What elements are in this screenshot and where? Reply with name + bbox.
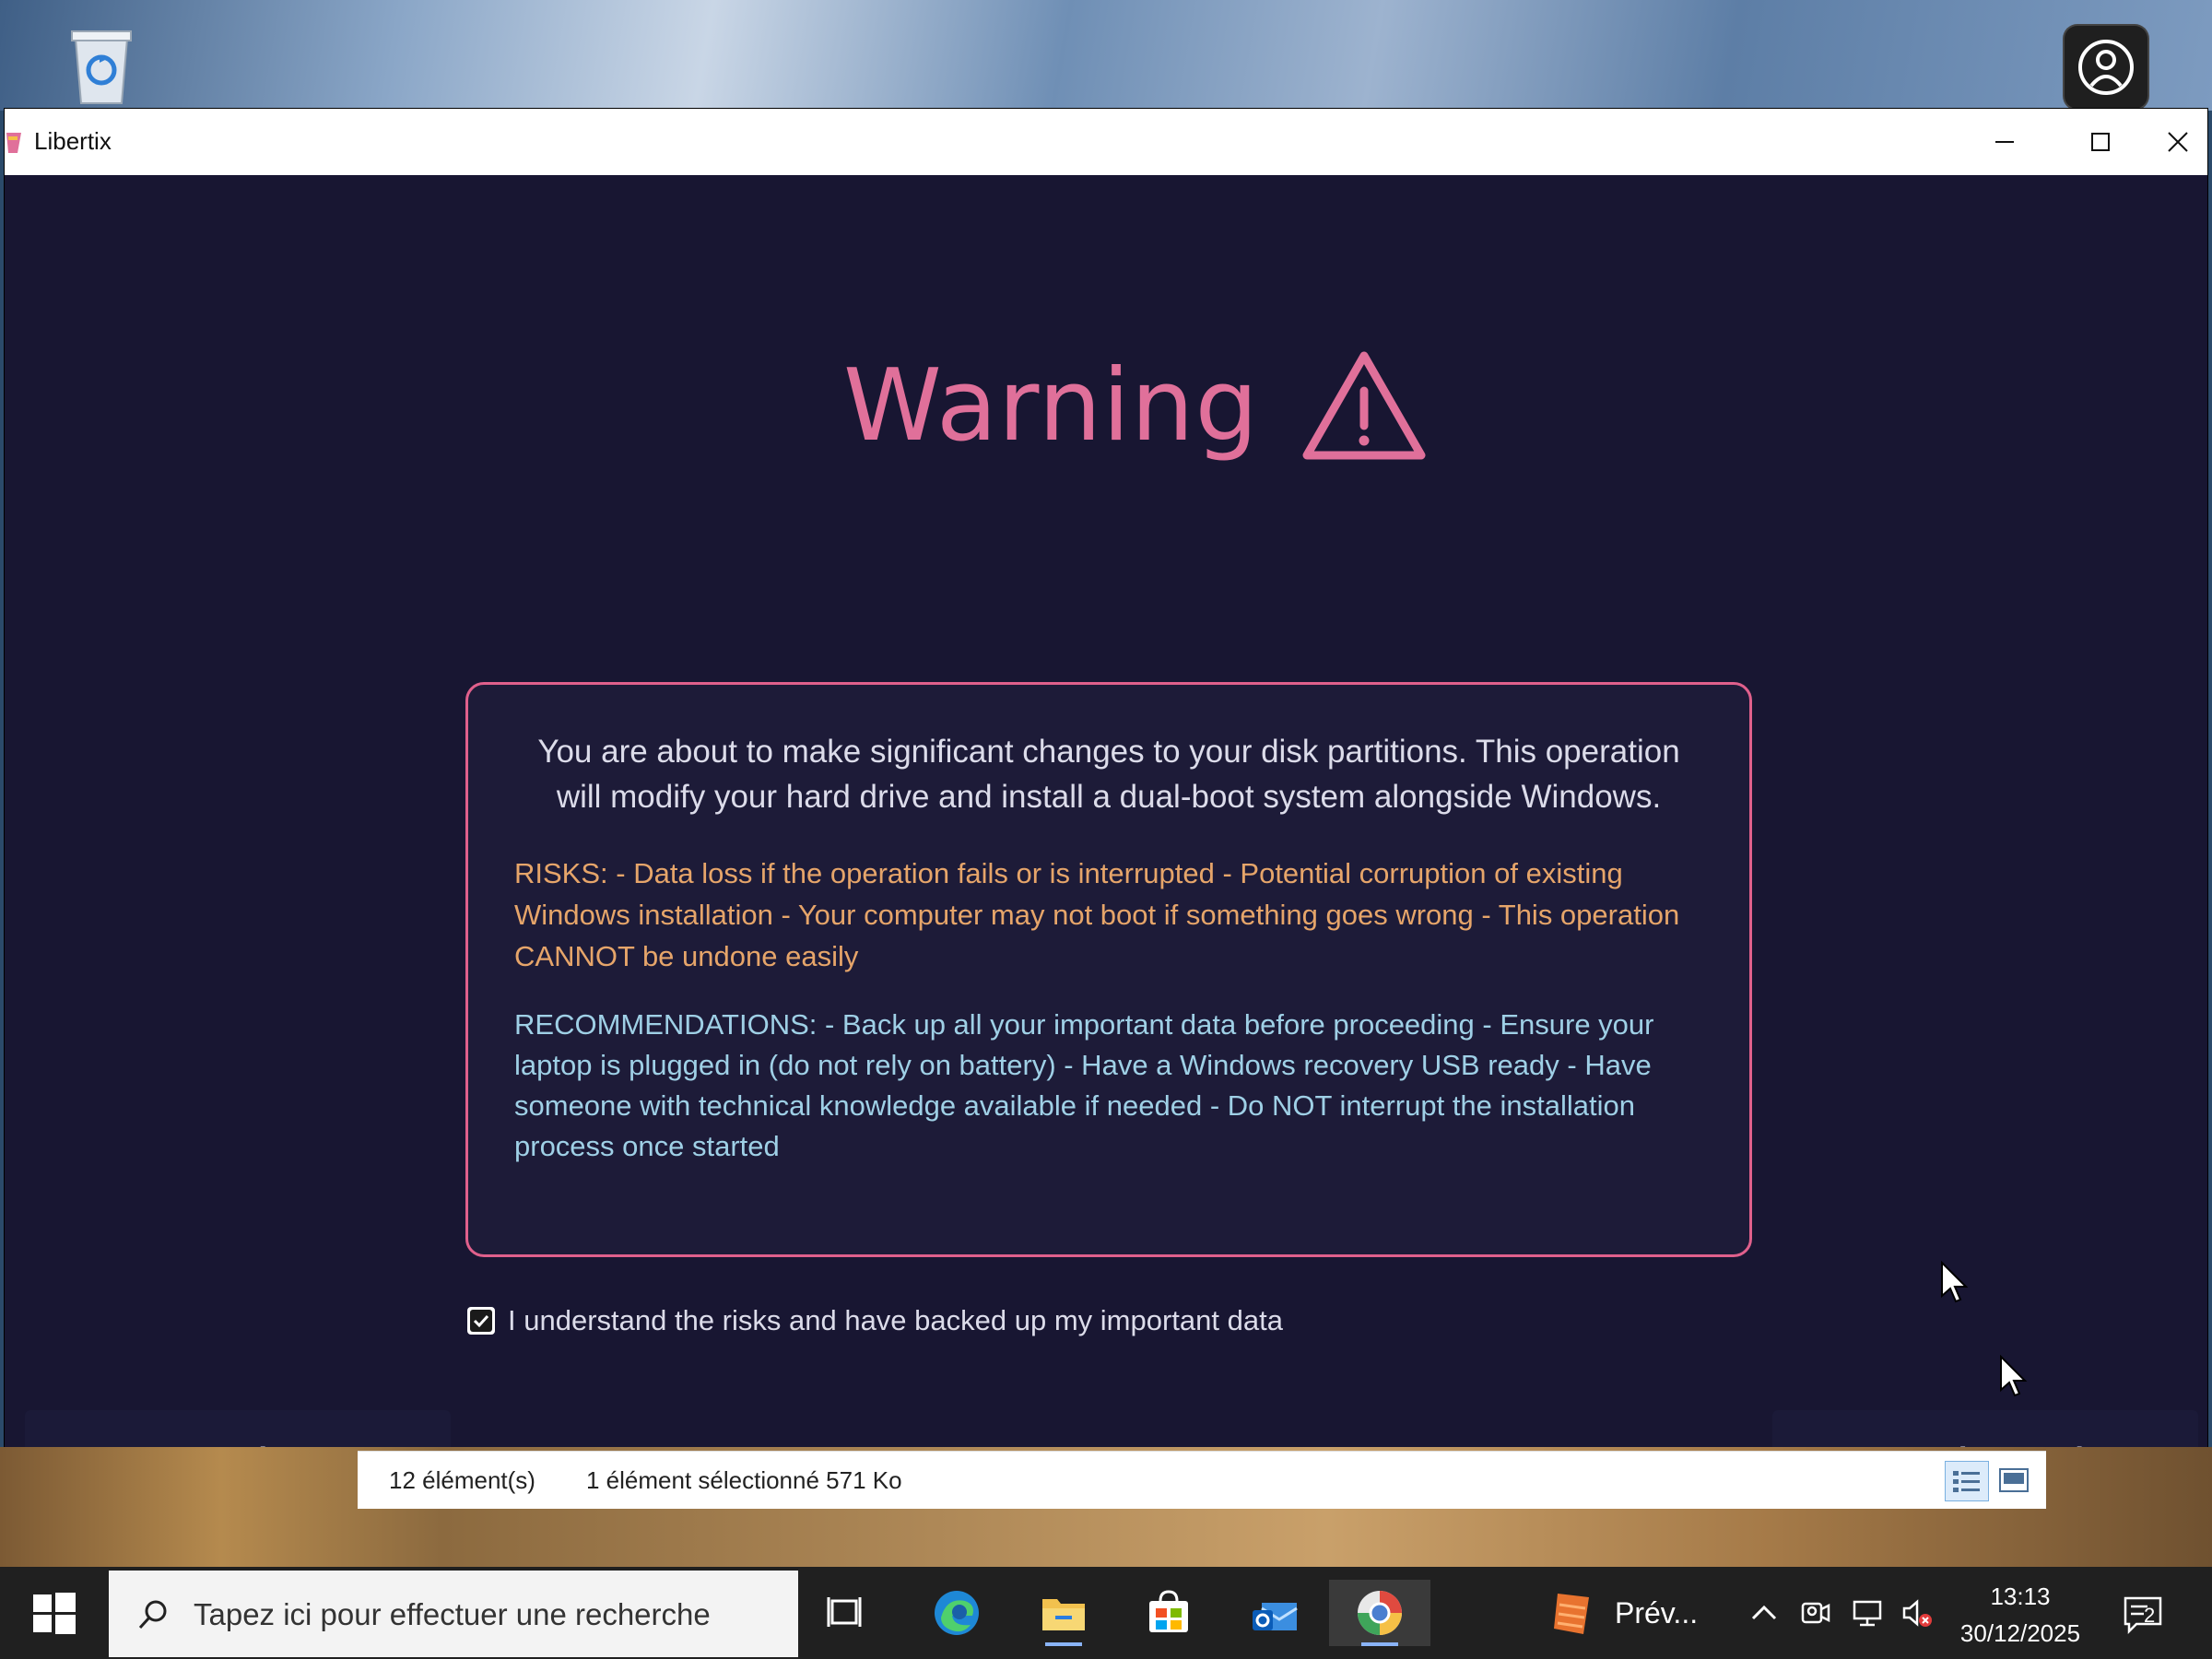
warning-header: Warning (843, 341, 1427, 470)
clock-date: 30/12/2025 (1959, 1619, 2081, 1647)
volume-muted-icon (1902, 1599, 1932, 1627)
store-button[interactable] (1135, 1580, 1202, 1646)
task-view-icon (827, 1597, 862, 1627)
volume-button[interactable] (1900, 1596, 1934, 1630)
window-titlebar[interactable]: Libertix (5, 109, 2207, 175)
store-icon (1149, 1590, 1188, 1632)
mouse-cursor-icon (1940, 1260, 1971, 1310)
mouse-cursor-icon (1999, 1354, 2030, 1404)
large-icons-view-icon (1999, 1468, 2029, 1492)
active-indicator (1361, 1642, 1398, 1646)
warning-page: Warning You are about to make significan… (5, 175, 2207, 1447)
libertix-icon (6, 133, 21, 153)
search-input[interactable] (192, 1593, 785, 1637)
warning-triangle-icon (1302, 351, 1426, 460)
network-button[interactable] (1851, 1596, 1884, 1630)
details-view-button[interactable] (1945, 1461, 1989, 1501)
maximize-button[interactable] (2053, 109, 2148, 175)
edge-button[interactable] (924, 1580, 990, 1646)
desktop-wallpaper-top (0, 0, 2212, 111)
edge-icon (935, 1591, 979, 1635)
file-explorer-status-bar: 12 élément(s) 1 élément sélectionné 571 … (358, 1451, 2046, 1509)
minimize-button[interactable] (1957, 109, 2053, 175)
page-title: Warning (843, 347, 1260, 464)
file-explorer-button[interactable] (1030, 1580, 1097, 1646)
taskbar: Prév... 13:13 30/12/2025 (0, 1567, 2212, 1659)
outlook-icon (1253, 1603, 1298, 1630)
item-count: 12 élément(s) (389, 1465, 535, 1494)
recycle-bin-icon[interactable] (63, 22, 140, 107)
notification-center-button[interactable]: 2 (2120, 1591, 2166, 1637)
large-icons-view-button[interactable] (1993, 1461, 2035, 1500)
active-indicator (1045, 1642, 1082, 1646)
file-explorer-icon (1042, 1599, 1085, 1630)
clock-time: 13:13 (1990, 1583, 2051, 1610)
network-icon (1853, 1600, 1882, 1627)
chevron-up-icon (1751, 1605, 1777, 1620)
preview-app-button[interactable]: Prév... (1550, 1580, 1698, 1646)
meet-now-icon (1801, 1602, 1830, 1624)
window-title: Libertix (34, 127, 112, 155)
close-icon (2168, 132, 2188, 152)
selection-info: 1 élément sélectionné 571 Ko (586, 1465, 902, 1494)
consent-label[interactable]: I understand the risks and have backed u… (508, 1304, 1283, 1337)
taskbar-search[interactable] (109, 1571, 798, 1657)
task-view-button[interactable] (815, 1580, 881, 1646)
details-view-icon (1953, 1471, 1980, 1492)
warning-box: You are about to make significant change… (465, 682, 1752, 1257)
preview-app-icon (1554, 1594, 1589, 1634)
maximize-icon (2091, 133, 2110, 151)
consent-row[interactable]: I understand the risks and have backed u… (467, 1304, 1283, 1337)
show-hidden-icons-button[interactable] (1747, 1596, 1781, 1630)
checkmark-icon (470, 1310, 492, 1332)
meet-now-button[interactable] (1799, 1596, 1832, 1630)
windows-start-icon (33, 1593, 76, 1634)
preview-app-label: Prév... (1615, 1595, 1699, 1630)
risks-text: RISKS: - Data loss if the operation fail… (514, 857, 1680, 972)
outlook-button[interactable] (1242, 1580, 1309, 1646)
libertix-taskbar-button[interactable] (1329, 1580, 1430, 1646)
close-button[interactable] (2148, 109, 2207, 175)
user-account-icon[interactable] (2065, 26, 2147, 109)
notification-icon (2124, 1596, 2162, 1635)
taskbar-clock[interactable]: 13:13 30/12/2025 (1947, 1578, 2094, 1652)
warning-intro: You are about to make significant change… (537, 734, 1680, 815)
consent-checkbox[interactable] (467, 1307, 495, 1335)
minimize-icon (1995, 141, 2014, 143)
libertix-taskbar-icon (1358, 1591, 1402, 1635)
libertix-window: Libertix Warning You are about to make s… (5, 109, 2207, 1510)
start-button[interactable] (28, 1587, 79, 1639)
notification-count: 2 (2144, 1604, 2156, 1627)
search-icon (138, 1600, 167, 1630)
recommendations-text: RECOMMENDATIONS: - Back up all your impo… (514, 1008, 1654, 1162)
